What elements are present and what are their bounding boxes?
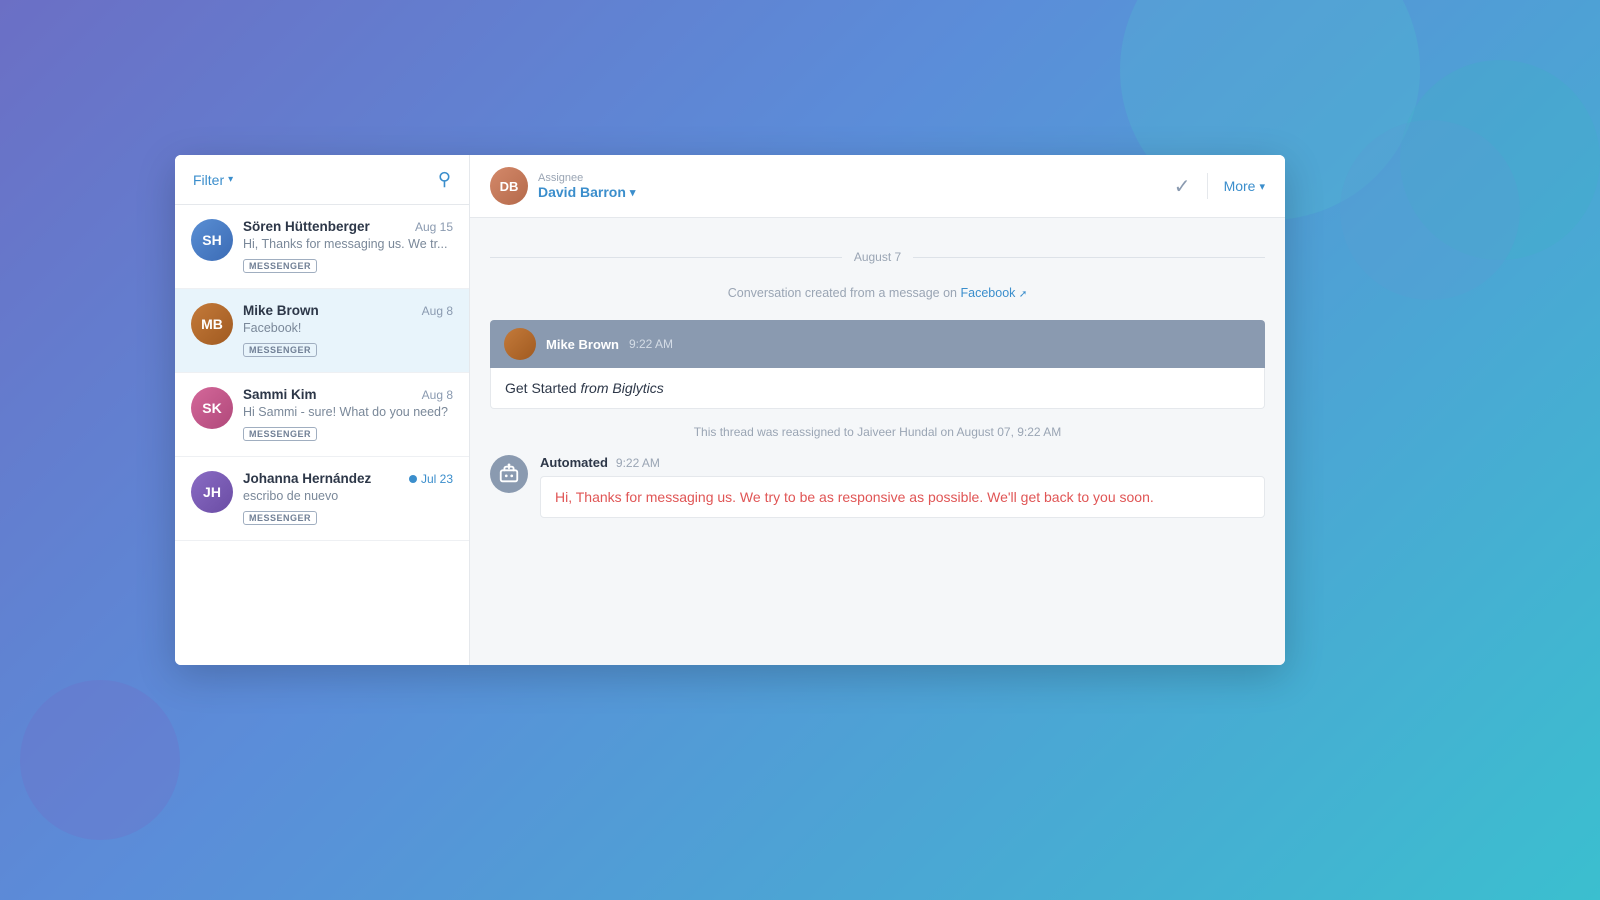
auto-body: Hi, Thanks for messaging us. We try to b… [540,476,1265,518]
msg-avatar-mike [504,328,536,360]
conv-top-soren: Sören Hüttenberger Aug 15 [243,219,453,234]
message-body-mike: Get Started from Biglytics [490,368,1265,409]
chat-header-actions: ✓ More ▾ [1174,173,1265,199]
conversation-item-soren[interactable]: SH Sören Hüttenberger Aug 15 Hi, Thanks … [175,205,469,289]
auto-content: Automated 9:22 AM Hi, Thanks for messagi… [540,455,1265,518]
chat-header: DB Assignee David Barron ▾ ✓ More ▾ [470,155,1285,218]
conversation-created-msg: Conversation created from a message on F… [490,286,1265,300]
conv-name-johanna: Johanna Hernández [243,471,371,486]
message-header-mike: Mike Brown 9:22 AM [490,320,1265,368]
chevron-down-icon: ▾ [228,174,233,185]
assignee-avatar: DB [490,167,528,205]
conversation-list: SH Sören Hüttenberger Aug 15 Hi, Thanks … [175,205,469,665]
chat-messages[interactable]: August 7 Conversation created from a mes… [470,218,1285,665]
bot-icon [498,463,520,485]
chevron-down-icon-assignee: ▾ [630,186,636,199]
assignee-name[interactable]: David Barron ▾ [538,184,635,200]
reassign-message: This thread was reassigned to Jaiveer Hu… [490,425,1265,439]
filter-label: Filter [193,172,224,188]
conv-date-soren: Aug 15 [415,220,453,234]
conv-top-sammi: Sammi Kim Aug 8 [243,387,453,402]
avatar-johanna: JH [191,471,233,513]
external-link-icon: ➚ [1019,289,1027,300]
conv-date-sammi: Aug 8 [422,388,453,402]
auto-time: 9:22 AM [616,456,660,470]
chevron-down-icon-more: ▾ [1259,180,1265,193]
msg-time-mike: 9:22 AM [629,337,673,351]
conv-preview-soren: Hi, Thanks for messaging us. We tr... [243,237,453,251]
conv-name-mike: Mike Brown [243,303,319,318]
conv-badge-sammi: MESSENGER [243,427,317,441]
facebook-link[interactable]: Facebook ➚ [961,286,1028,300]
conv-top-johanna: Johanna Hernández Jul 23 [243,471,453,486]
conv-preview-johanna: escribo de nuevo [243,489,453,503]
auto-header: Automated 9:22 AM [540,455,1265,470]
avatar-soren: SH [191,219,233,261]
conv-content-johanna: Johanna Hernández Jul 23 escribo de nuev… [243,471,453,526]
automated-message-block: Automated 9:22 AM Hi, Thanks for messagi… [490,455,1265,518]
resolve-button[interactable]: ✓ [1174,174,1191,199]
avatar-mike: MB [191,303,233,345]
assignee-label: Assignee [538,172,635,184]
conv-name-sammi: Sammi Kim [243,387,317,402]
conversation-item-johanna[interactable]: JH Johanna Hernández Jul 23 escribo de n… [175,457,469,541]
conv-badge-mike: MESSENGER [243,343,317,357]
conversation-item-mike[interactable]: MB Mike Brown Aug 8 Facebook! MESSENGER [175,289,469,373]
search-icon: ⚲ [438,169,451,189]
bg-decoration-4 [20,680,180,840]
header-divider [1207,173,1208,199]
auto-avatar [490,455,528,493]
assignee-info: Assignee David Barron ▾ [538,172,635,200]
bg-decoration-3 [1340,120,1520,300]
search-button[interactable]: ⚲ [438,169,451,190]
conv-top-mike: Mike Brown Aug 8 [243,303,453,318]
conv-badge-johanna: MESSENGER [243,511,317,525]
filter-button[interactable]: Filter ▾ [193,172,233,188]
avatar-sammi: SK [191,387,233,429]
message-block-mike: Mike Brown 9:22 AM Get Started from Bigl… [490,320,1265,409]
date-divider-text: August 7 [842,250,913,264]
conv-content-sammi: Sammi Kim Aug 8 Hi Sammi - sure! What do… [243,387,453,442]
app-container: Filter ▾ ⚲ SH Sören Hüttenberger Aug 15 … [175,155,1285,665]
date-divider: August 7 [490,248,1265,266]
auto-sender: Automated [540,455,608,470]
more-button[interactable]: More ▾ [1224,178,1265,194]
conv-date-mike: Aug 8 [422,304,453,318]
conv-preview-mike: Facebook! [243,321,453,335]
conversation-item-sammi[interactable]: SK Sammi Kim Aug 8 Hi Sammi - sure! What… [175,373,469,457]
conv-content-mike: Mike Brown Aug 8 Facebook! MESSENGER [243,303,453,358]
msg-sender-mike: Mike Brown [546,337,619,352]
assignee-section: DB Assignee David Barron ▾ [490,167,635,205]
conv-preview-sammi: Hi Sammi - sure! What do you need? [243,405,453,419]
more-label: More [1224,178,1256,194]
conv-date-johanna: Jul 23 [409,472,453,486]
sidebar-header: Filter ▾ ⚲ [175,155,469,205]
conv-badge-soren: MESSENGER [243,259,317,273]
unread-dot-johanna [409,475,417,483]
sidebar: Filter ▾ ⚲ SH Sören Hüttenberger Aug 15 … [175,155,470,665]
conv-name-soren: Sören Hüttenberger [243,219,370,234]
chat-area: DB Assignee David Barron ▾ ✓ More ▾ [470,155,1285,665]
conv-content-soren: Sören Hüttenberger Aug 15 Hi, Thanks for… [243,219,453,274]
